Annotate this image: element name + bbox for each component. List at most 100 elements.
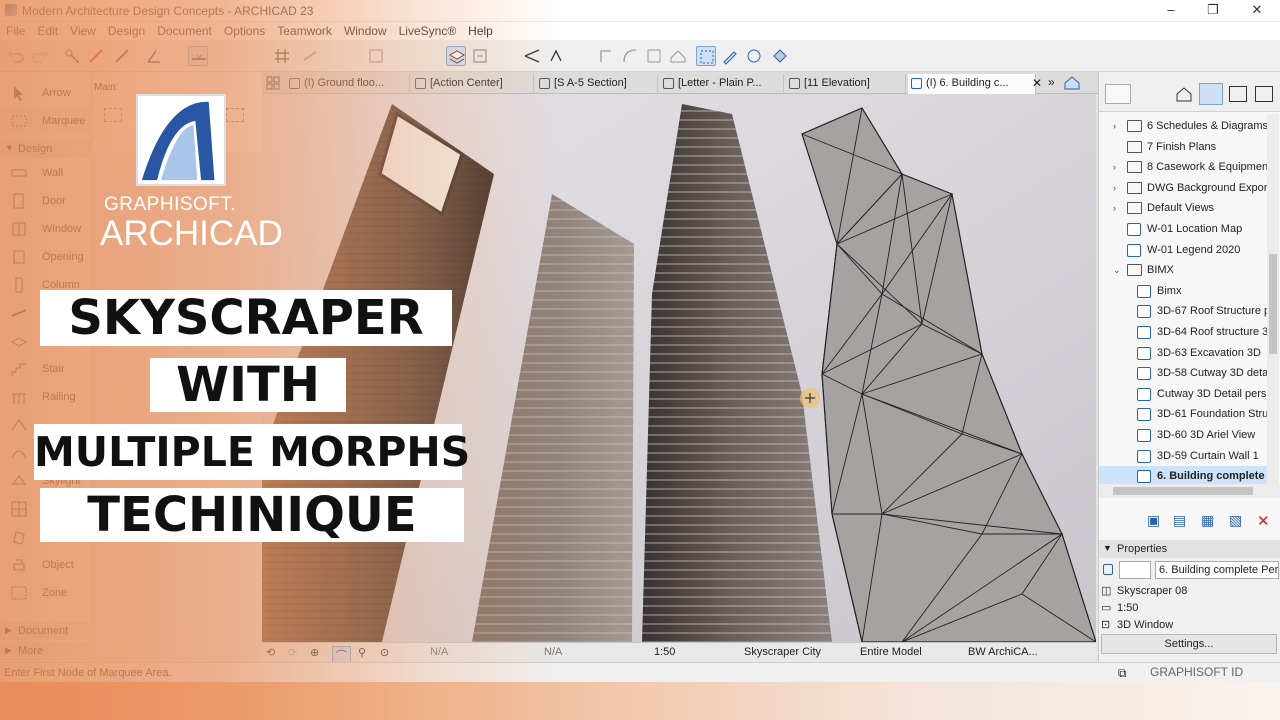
- offset-icon[interactable]: [546, 46, 566, 66]
- explore-icon[interactable]: [770, 46, 790, 66]
- railing-tool[interactable]: Railing: [0, 384, 92, 410]
- marquee-multi-icon[interactable]: [226, 108, 244, 122]
- navigator-item[interactable]: › Default Views: [1099, 198, 1269, 218]
- navigator-item[interactable]: W-01 Location Map: [1099, 219, 1269, 239]
- clone-view-icon[interactable]: ▤: [1173, 512, 1186, 529]
- navigator-map-icon[interactable]: [1105, 84, 1131, 104]
- pick-up-icon[interactable]: [86, 46, 106, 66]
- layout-book-icon[interactable]: [1229, 86, 1247, 102]
- menu-document[interactable]: Document: [151, 22, 218, 40]
- box-icon[interactable]: [366, 46, 386, 66]
- menu-file[interactable]: File: [0, 22, 31, 40]
- tab-elevation[interactable]: [11 Elevation]: [786, 74, 906, 94]
- undo-icon[interactable]: [6, 46, 26, 66]
- expand-toggle-icon[interactable]: ›: [1113, 203, 1116, 213]
- walk-icon[interactable]: ⚲: [358, 646, 366, 659]
- tab-building-complete[interactable]: (I) 6. Building c...: [908, 74, 1036, 94]
- close-button[interactable]: ✕: [1244, 1, 1270, 19]
- menu-view[interactable]: View: [64, 22, 102, 40]
- navigator-item[interactable]: ⌄ BIMX: [1099, 260, 1269, 280]
- navigator-item[interactable]: Cutway 3D Detail persp: [1099, 384, 1269, 404]
- navigator-item[interactable]: 3D-59 Curtain Wall 1: [1099, 446, 1269, 466]
- tab-action-center[interactable]: [Action Center]: [412, 74, 534, 94]
- navigator-item[interactable]: › 6 Schedules & Diagrams: [1099, 116, 1269, 136]
- tab-section[interactable]: [S A-5 Section]: [536, 74, 658, 94]
- view-map-icon[interactable]: [1199, 83, 1223, 105]
- navigator-item[interactable]: 3D-64 Roof structure 3: [1099, 322, 1269, 342]
- expand-toggle-icon[interactable]: ›: [1113, 121, 1116, 131]
- pen-set-dropdown[interactable]: BW ArchiCA...: [968, 646, 1038, 658]
- tab-layout[interactable]: [Letter - Plain P...: [660, 74, 784, 94]
- save-view-icon[interactable]: ▦: [1201, 512, 1214, 529]
- menu-livesync[interactable]: LiveSync®: [393, 22, 463, 40]
- 3d-viewport[interactable]: [262, 94, 1096, 642]
- navigator-item[interactable]: › 8 Casework & Equipmen: [1099, 157, 1269, 177]
- window-toggle-icon[interactable]: ⧉: [1118, 666, 1127, 681]
- object-tool[interactable]: Object: [0, 552, 92, 578]
- stair-tool[interactable]: Stair: [0, 356, 92, 382]
- publisher-sets-icon[interactable]: [1255, 86, 1273, 102]
- navigator-item[interactable]: Bimx: [1099, 281, 1269, 301]
- marquee-single-icon[interactable]: [104, 108, 122, 122]
- scale-field[interactable]: 1:50: [654, 646, 675, 658]
- door-tool[interactable]: Door: [0, 188, 92, 214]
- zoom-icon[interactable]: ⊕: [310, 646, 319, 659]
- window-tool[interactable]: Window: [0, 216, 92, 242]
- magic-wand-icon[interactable]: [62, 46, 82, 66]
- navigator-item[interactable]: › DWG Background Expor: [1099, 178, 1269, 198]
- roof-trim-icon[interactable]: [668, 46, 688, 66]
- tab-overview-icon[interactable]: [266, 76, 280, 90]
- settings-button[interactable]: Settings...: [1101, 634, 1277, 654]
- menu-window[interactable]: Window: [338, 22, 393, 40]
- pen-edit-icon[interactable]: [720, 46, 740, 66]
- design-section-header[interactable]: ▼ Design: [0, 140, 92, 158]
- minimize-button[interactable]: –: [1158, 1, 1184, 19]
- navigator-item[interactable]: 3D-60 3D Ariel View: [1099, 425, 1269, 445]
- menu-edit[interactable]: Edit: [31, 22, 64, 40]
- zoom-fit-icon[interactable]: ⊙: [380, 646, 389, 659]
- menu-help[interactable]: Help: [462, 22, 499, 40]
- zone-tool[interactable]: Zone: [0, 580, 92, 606]
- navigator-item[interactable]: 7 Finish Plans: [1099, 137, 1269, 157]
- menu-options[interactable]: Options: [218, 22, 271, 40]
- navigator-item[interactable]: W-01 Legend 2020: [1099, 240, 1269, 260]
- render-icon[interactable]: [744, 46, 764, 66]
- expand-toggle-icon[interactable]: ›: [1113, 183, 1116, 193]
- delete-icon[interactable]: ✕: [1257, 512, 1270, 530]
- select-frame-icon[interactable]: [696, 46, 716, 66]
- document-section-header[interactable]: ▶ Document: [0, 622, 92, 640]
- adjust-icon[interactable]: [596, 46, 616, 66]
- tab-overflow-icon[interactable]: »: [1048, 75, 1055, 89]
- scrollbar-thumb[interactable]: [1269, 254, 1277, 354]
- inject-icon[interactable]: [112, 46, 132, 66]
- navigator-scrollbar[interactable]: [1267, 114, 1279, 484]
- layers-icon[interactable]: [446, 46, 466, 66]
- navigator-h-scrollbar[interactable]: [1099, 484, 1280, 498]
- marquee-tool[interactable]: Marquee: [0, 108, 92, 134]
- model-view-dropdown[interactable]: Entire Model: [860, 646, 922, 658]
- menu-teamwork[interactable]: Teamwork: [271, 22, 338, 40]
- navigator-item[interactable]: 3D-67 Roof Structure p: [1099, 301, 1269, 321]
- resize-icon[interactable]: [644, 46, 664, 66]
- arrow-tool[interactable]: Arrow: [0, 80, 92, 106]
- redo-icon[interactable]: [30, 46, 50, 66]
- new-folder-icon[interactable]: ▣: [1147, 512, 1160, 529]
- grid-snap-icon[interactable]: [272, 46, 292, 66]
- expand-toggle-icon[interactable]: ⌄: [1113, 265, 1121, 276]
- redefine-icon[interactable]: ▧: [1229, 512, 1242, 529]
- navigator-item[interactable]: 3D-61 Foundation Stru: [1099, 404, 1269, 424]
- more-section-header[interactable]: ▶ More: [0, 642, 92, 660]
- view-name-field[interactable]: 6. Building complete Pers: [1155, 561, 1279, 579]
- project-map-icon[interactable]: [1175, 86, 1193, 102]
- tab-close-icon[interactable]: ✕: [1032, 76, 1042, 90]
- guide-icon[interactable]: [300, 46, 320, 66]
- nav-forward-icon[interactable]: ⟳: [288, 646, 297, 659]
- view-home-icon[interactable]: [1062, 75, 1088, 91]
- nav-back-icon[interactable]: ⟲: [266, 646, 275, 659]
- menu-design[interactable]: Design: [102, 22, 151, 40]
- trace-icon[interactable]: [470, 46, 490, 66]
- wall-tool[interactable]: Wall: [0, 160, 92, 186]
- tab-ground-floor[interactable]: (I) Ground floo...: [286, 74, 410, 94]
- layer-combination-dropdown[interactable]: Skyscraper City: [744, 646, 821, 658]
- graphisoft-id-label[interactable]: GRAPHISOFT ID: [1150, 665, 1243, 679]
